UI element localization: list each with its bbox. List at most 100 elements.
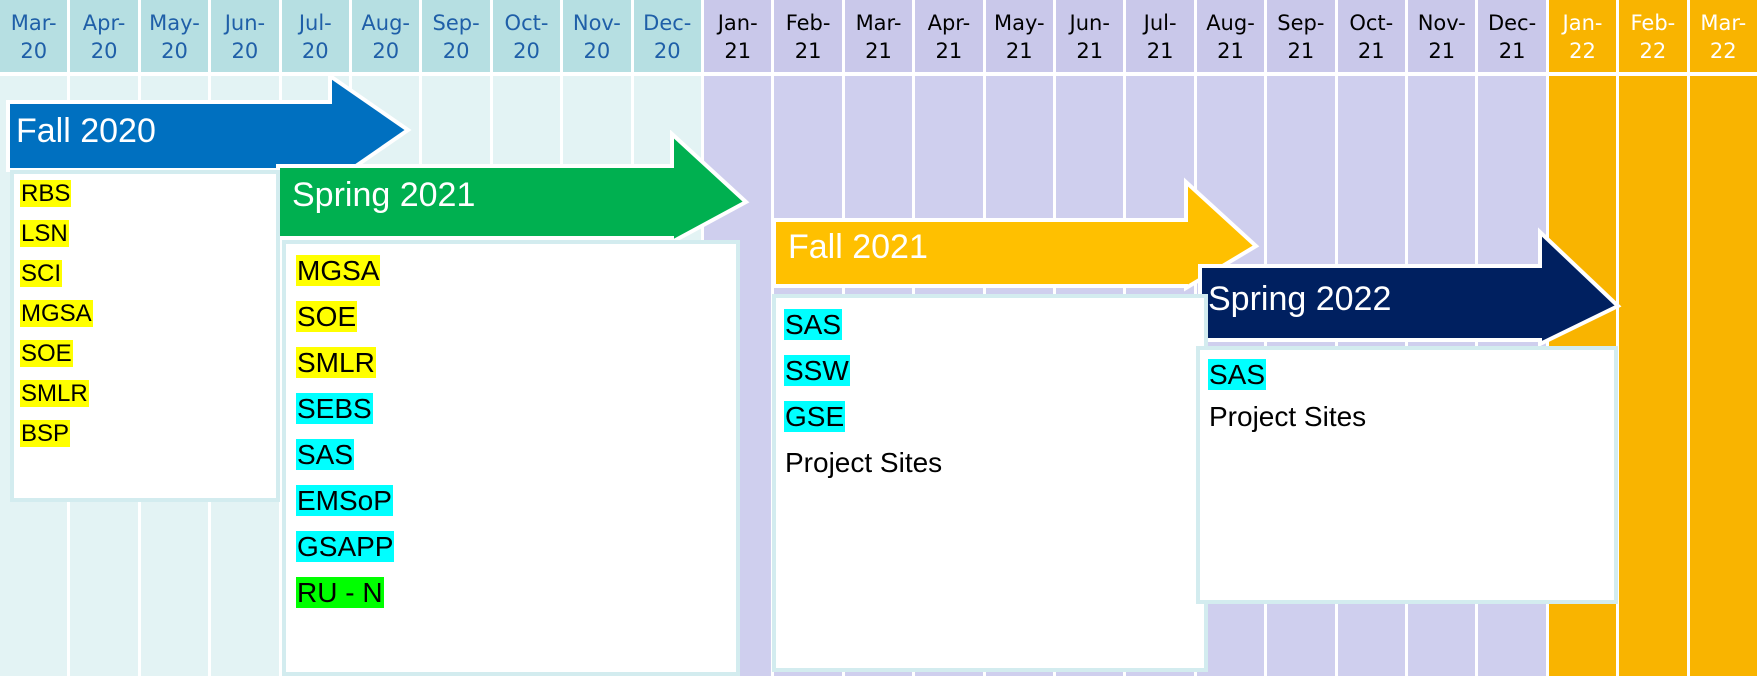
month-column: [1619, 76, 1690, 676]
list-item: EMSoP: [296, 484, 393, 518]
unit-label: SAS: [296, 439, 355, 470]
list-item: SMLR: [296, 346, 376, 380]
month-header-cell: Feb- 22: [1619, 0, 1690, 72]
month-year: 20: [231, 39, 259, 63]
month-year: 20: [161, 39, 188, 63]
month-header-cell: Oct- 20: [492, 0, 564, 72]
unit-label: MGSA: [296, 255, 381, 286]
unit-label: GSE: [784, 401, 846, 432]
list-item: SCI: [20, 260, 63, 288]
month-year: 21: [1357, 39, 1385, 63]
unit-label: SEBS: [296, 393, 373, 424]
list-item: RU - N: [296, 576, 384, 610]
list-item: SMLR: [20, 380, 89, 408]
list-item: SAS: [1208, 358, 1267, 392]
month-year: 21: [794, 39, 822, 63]
month-year: 21: [935, 39, 963, 63]
month-header-cell: Jun- 21: [1056, 0, 1127, 72]
month-year: 21: [1498, 39, 1526, 63]
month-header-cell: Aug- 21: [1196, 0, 1268, 72]
month-year: 20: [442, 39, 470, 63]
list-item: LSN: [20, 220, 69, 248]
month-name: Jul-: [1143, 11, 1177, 35]
month-name: Feb-: [1630, 11, 1676, 35]
month-name: Nov-: [1417, 11, 1466, 35]
month-name: Jan-: [1562, 11, 1603, 35]
month-name: Jun-: [224, 11, 266, 35]
unit-label: LSN: [20, 220, 69, 247]
month-year: 20: [513, 39, 540, 63]
list-item: Project Sites: [1208, 400, 1367, 434]
unit-label: SAS: [1208, 359, 1267, 390]
month-year: 22: [1639, 39, 1667, 63]
month-header-cell: Nov- 20: [563, 0, 634, 72]
month-name: Feb-: [785, 11, 831, 35]
list-item: SAS: [296, 438, 355, 472]
phase-label-spring-2021: Spring 2021: [292, 176, 476, 214]
list-item: SOE: [20, 340, 73, 368]
list-item: SAS: [784, 308, 843, 342]
month-name: Mar-: [855, 11, 902, 35]
month-year: 21: [724, 39, 752, 63]
phase-label-fall-2020: Fall 2020: [16, 112, 156, 150]
month-year: 20: [583, 39, 611, 63]
month-year: 20: [653, 39, 681, 63]
unit-label: GSAPP: [296, 531, 395, 562]
month-name: Jul-: [298, 11, 332, 35]
month-year: 21: [1005, 39, 1033, 63]
month-name: Sep-: [432, 11, 480, 35]
timeline-diagram: Mar- 20 Apr- 20 May- 20 Jun- 20 Jul- 20 Aug- 20 Sep-…: [0, 0, 1760, 676]
month-header-cell: Jul- 21: [1126, 0, 1197, 72]
list-item: SOE: [296, 300, 358, 334]
unit-label: SCI: [20, 260, 63, 287]
unit-label: BSP: [20, 420, 71, 447]
phase-label-fall-2021: Fall 2021: [788, 228, 928, 266]
unit-label: Project Sites: [785, 447, 943, 478]
unit-label: EMSoP: [296, 485, 393, 516]
month-header-cell: Apr- 21: [915, 0, 986, 72]
list-item: GSAPP: [296, 530, 395, 564]
month-name: Dec-: [643, 11, 692, 35]
month-year: 20: [90, 39, 118, 63]
month-header-cell: Sep- 21: [1267, 0, 1338, 72]
month-name: Oct-: [504, 11, 549, 35]
month-name: Mar-: [1700, 11, 1747, 35]
unit-label: SOE: [296, 301, 358, 332]
phase-box-spring-2022: SAS Project Sites: [1196, 346, 1618, 604]
unit-label: SAS: [784, 309, 843, 340]
month-year: 20: [301, 39, 329, 63]
list-item: BSP: [20, 420, 71, 448]
month-name: May-: [993, 11, 1045, 35]
month-year: 21: [1146, 39, 1174, 63]
month-year: 20: [20, 39, 48, 63]
month-name: May-: [149, 11, 200, 35]
month-header-cell: Mar- 22: [1689, 0, 1760, 72]
month-name: Sep-: [1277, 11, 1325, 35]
phase-box-spring-2021: MGSA SOE SMLR SEBS SAS EMSoP GSAPP RU - …: [282, 240, 740, 676]
unit-label: SMLR: [20, 380, 89, 407]
month-name: Nov-: [572, 11, 621, 35]
month-header-cell: Jul- 20: [281, 0, 352, 72]
month-name: Jan-: [717, 11, 758, 35]
phase-box-fall-2020: RBS LSN SCI MGSA SOE SMLR BSP: [10, 170, 280, 502]
month-header-cell: Aug- 20: [352, 0, 423, 72]
month-name: Dec-: [1487, 11, 1537, 35]
month-header-cell: May- 20: [140, 0, 212, 72]
month-header-cell: Jun- 20: [211, 0, 282, 72]
list-item: MGSA: [20, 300, 93, 328]
unit-label: RU - N: [296, 577, 384, 608]
month-name: Aug-: [361, 11, 410, 35]
month-header-cell: Sep- 20: [422, 0, 493, 72]
month-header-cell: Mar- 21: [844, 0, 916, 72]
month-name: Apr-: [927, 11, 971, 35]
unit-label: SOE: [20, 340, 73, 367]
unit-label: SMLR: [296, 347, 376, 378]
list-item: MGSA: [296, 254, 381, 288]
month-name: Oct-: [1349, 11, 1394, 35]
month-year: 21: [865, 39, 892, 63]
list-item: SEBS: [296, 392, 373, 426]
list-item: GSE: [784, 400, 846, 434]
month-year: 21: [1217, 39, 1244, 63]
unit-label: RBS: [20, 180, 72, 207]
phase-label-spring-2022: Spring 2022: [1208, 280, 1392, 318]
